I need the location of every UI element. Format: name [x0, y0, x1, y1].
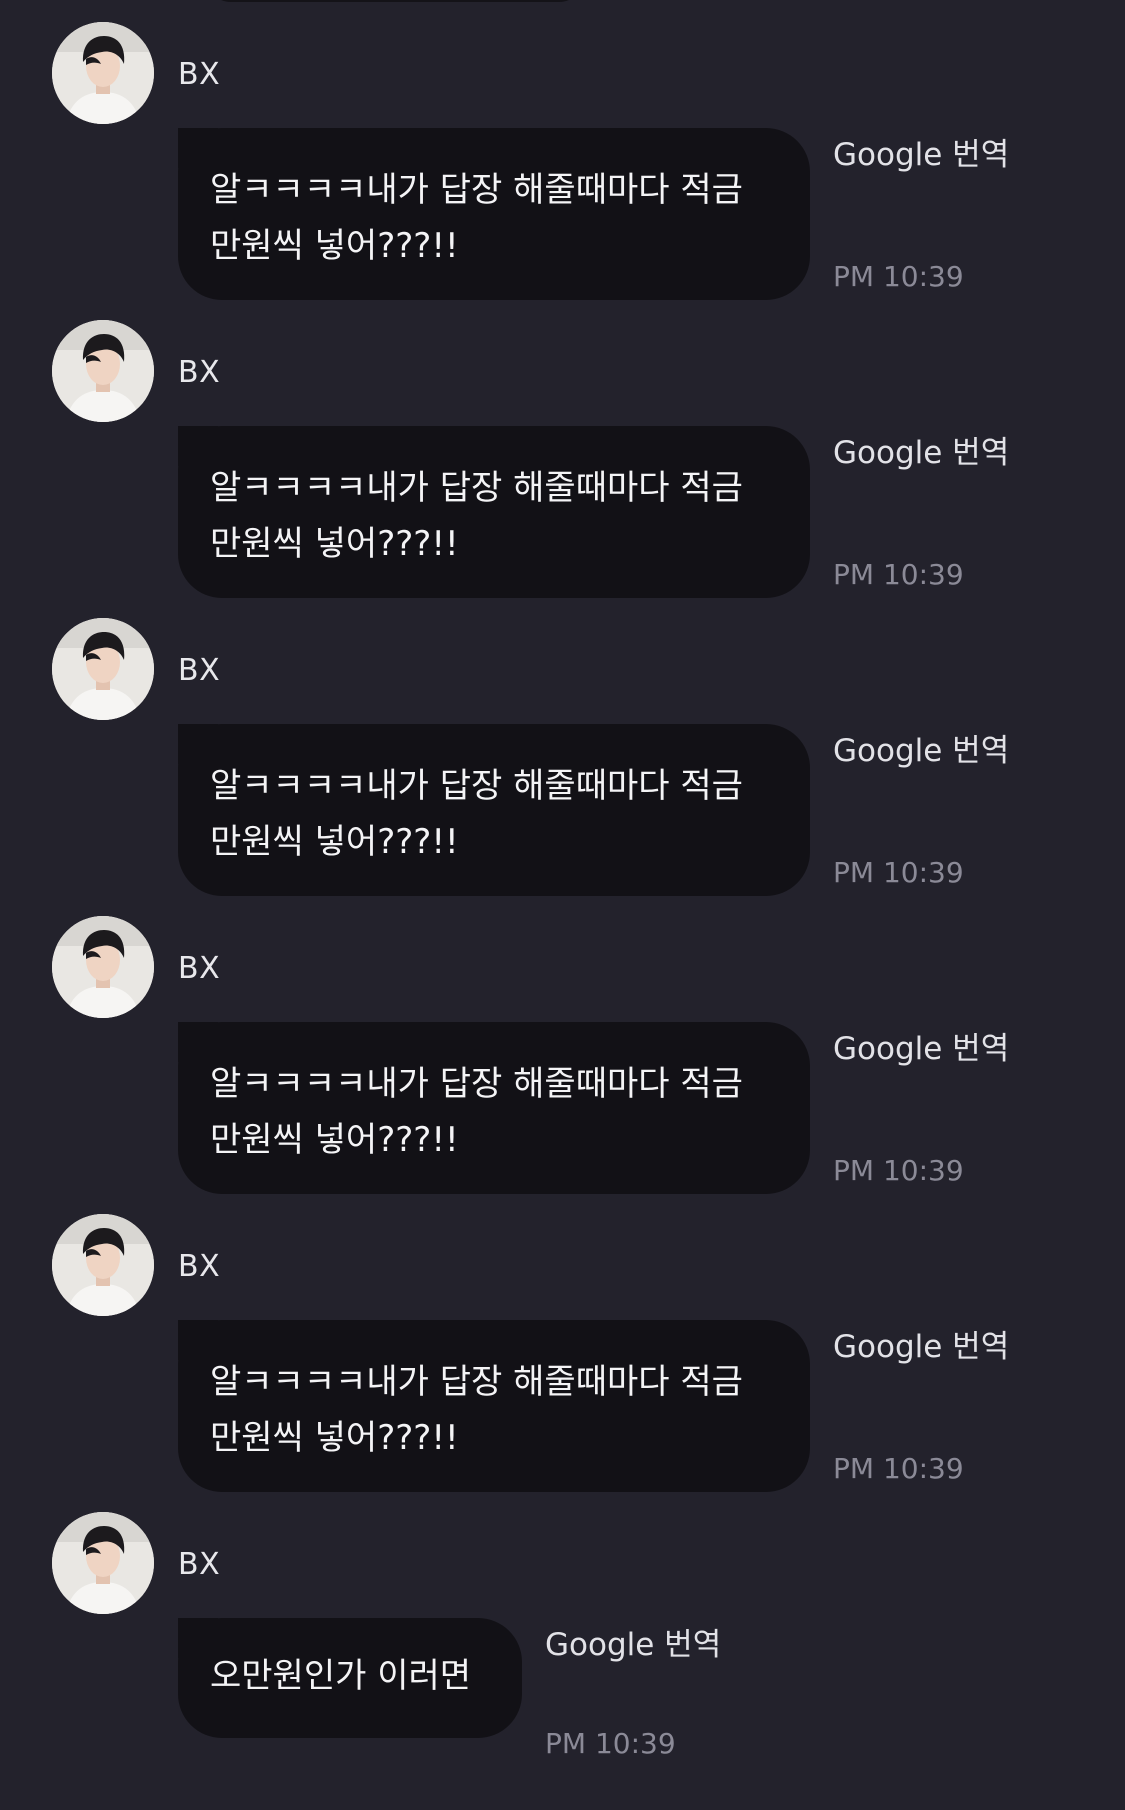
- google-translate-link[interactable]: Google 번역: [833, 736, 1009, 767]
- google-translate-link[interactable]: Google 번역: [833, 140, 1009, 171]
- message-text: 알ㅋㅋㅋㅋ내가 답장 해줄때마다 적금 만원씩 넣어???!!: [210, 468, 743, 564]
- previous-message-bubble: [205, 0, 585, 2]
- sender-name: BX: [178, 951, 221, 986]
- message-bubble[interactable]: 알ㅋㅋㅋㅋ내가 답장 해줄때마다 적금 만원씩 넣어???!!: [178, 426, 810, 598]
- message-text: 오만원인가 이러면: [210, 1656, 472, 1696]
- google-translate-link[interactable]: Google 번역: [833, 1034, 1009, 1065]
- message-text: 알ㅋㅋㅋㅋ내가 답장 해줄때마다 적금 만원씩 넣어???!!: [210, 1064, 743, 1160]
- sender-name: BX: [178, 355, 221, 390]
- chat-message: BX 알ㅋㅋㅋㅋ내가 답장 해줄때마다 적금 만원씩 넣어???!! Googl…: [0, 618, 1125, 916]
- chat-message-list[interactable]: BX 알ㅋㅋㅋㅋ내가 답장 해줄때마다 적금 만원씩 넣어???!! Googl…: [0, 22, 1125, 1810]
- message-timestamp: PM 10:39: [833, 260, 964, 293]
- sender-name: BX: [178, 57, 221, 92]
- chat-message: BX 알ㅋㅋㅋㅋ내가 답장 해줄때마다 적금 만원씩 넣어???!! Googl…: [0, 320, 1125, 618]
- message-bubble[interactable]: 오만원인가 이러면: [178, 1618, 522, 1738]
- message-timestamp: PM 10:39: [833, 1452, 964, 1485]
- avatar[interactable]: [52, 1214, 154, 1316]
- chat-message: BX 오만원인가 이러면 Google 번역 PM 10:39: [0, 1512, 1125, 1810]
- google-translate-link[interactable]: Google 번역: [545, 1630, 721, 1661]
- message-timestamp: PM 10:39: [545, 1727, 676, 1760]
- message-text: 알ㅋㅋㅋㅋ내가 답장 해줄때마다 적금 만원씩 넣어???!!: [210, 1362, 743, 1458]
- google-translate-link[interactable]: Google 번역: [833, 1332, 1009, 1363]
- avatar[interactable]: [52, 22, 154, 124]
- sender-name: BX: [178, 1547, 221, 1582]
- message-bubble[interactable]: 알ㅋㅋㅋㅋ내가 답장 해줄때마다 적금 만원씩 넣어???!!: [178, 128, 810, 300]
- sender-name: BX: [178, 1249, 221, 1284]
- message-timestamp: PM 10:39: [833, 1154, 964, 1187]
- message-timestamp: PM 10:39: [833, 558, 964, 591]
- avatar[interactable]: [52, 1512, 154, 1614]
- avatar[interactable]: [52, 320, 154, 422]
- chat-message: BX 알ㅋㅋㅋㅋ내가 답장 해줄때마다 적금 만원씩 넣어???!! Googl…: [0, 1214, 1125, 1512]
- chat-message: BX 알ㅋㅋㅋㅋ내가 답장 해줄때마다 적금 만원씩 넣어???!! Googl…: [0, 22, 1125, 320]
- avatar[interactable]: [52, 916, 154, 1018]
- message-text: 알ㅋㅋㅋㅋ내가 답장 해줄때마다 적금 만원씩 넣어???!!: [210, 766, 743, 862]
- chat-message: BX 알ㅋㅋㅋㅋ내가 답장 해줄때마다 적금 만원씩 넣어???!! Googl…: [0, 916, 1125, 1214]
- message-bubble[interactable]: 알ㅋㅋㅋㅋ내가 답장 해줄때마다 적금 만원씩 넣어???!!: [178, 1022, 810, 1194]
- message-timestamp: PM 10:39: [833, 856, 964, 889]
- google-translate-link[interactable]: Google 번역: [833, 438, 1009, 469]
- sender-name: BX: [178, 653, 221, 688]
- avatar[interactable]: [52, 618, 154, 720]
- message-text: 알ㅋㅋㅋㅋ내가 답장 해줄때마다 적금 만원씩 넣어???!!: [210, 170, 743, 266]
- message-bubble[interactable]: 알ㅋㅋㅋㅋ내가 답장 해줄때마다 적금 만원씩 넣어???!!: [178, 1320, 810, 1492]
- message-bubble[interactable]: 알ㅋㅋㅋㅋ내가 답장 해줄때마다 적금 만원씩 넣어???!!: [178, 724, 810, 896]
